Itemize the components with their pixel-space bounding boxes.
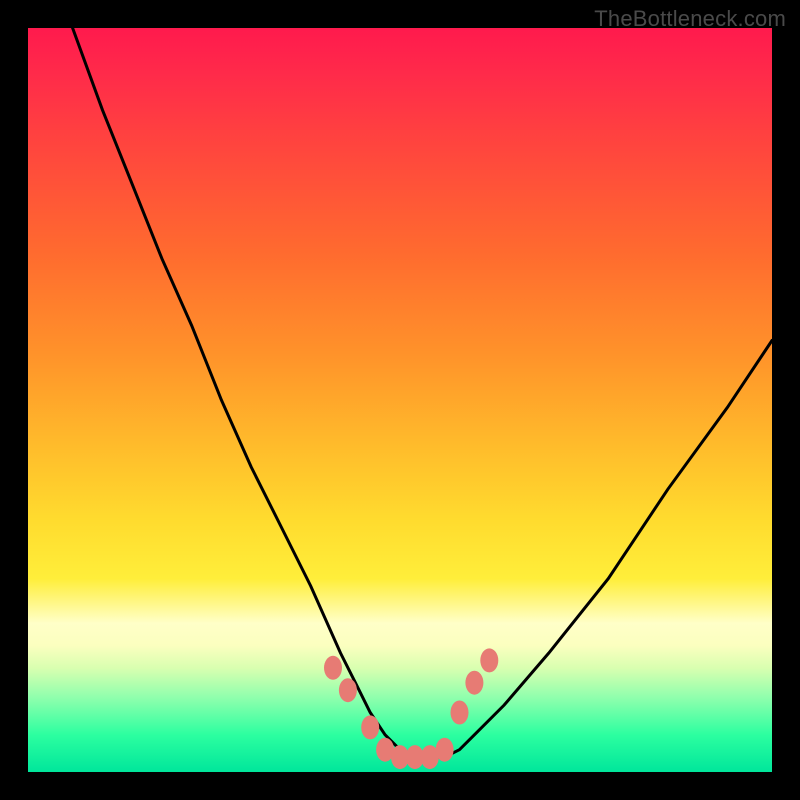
curve-marker — [361, 715, 379, 739]
marker-group — [324, 648, 498, 769]
curve-svg — [28, 28, 772, 772]
curve-marker — [324, 656, 342, 680]
curve-marker — [480, 648, 498, 672]
plot-area — [28, 28, 772, 772]
curve-marker — [436, 738, 454, 762]
curve-marker — [465, 671, 483, 695]
chart-frame: TheBottleneck.com — [0, 0, 800, 800]
watermark-text: TheBottleneck.com — [594, 6, 786, 32]
curve-marker — [451, 701, 469, 725]
bottleneck-curve — [73, 28, 772, 757]
curve-marker — [339, 678, 357, 702]
